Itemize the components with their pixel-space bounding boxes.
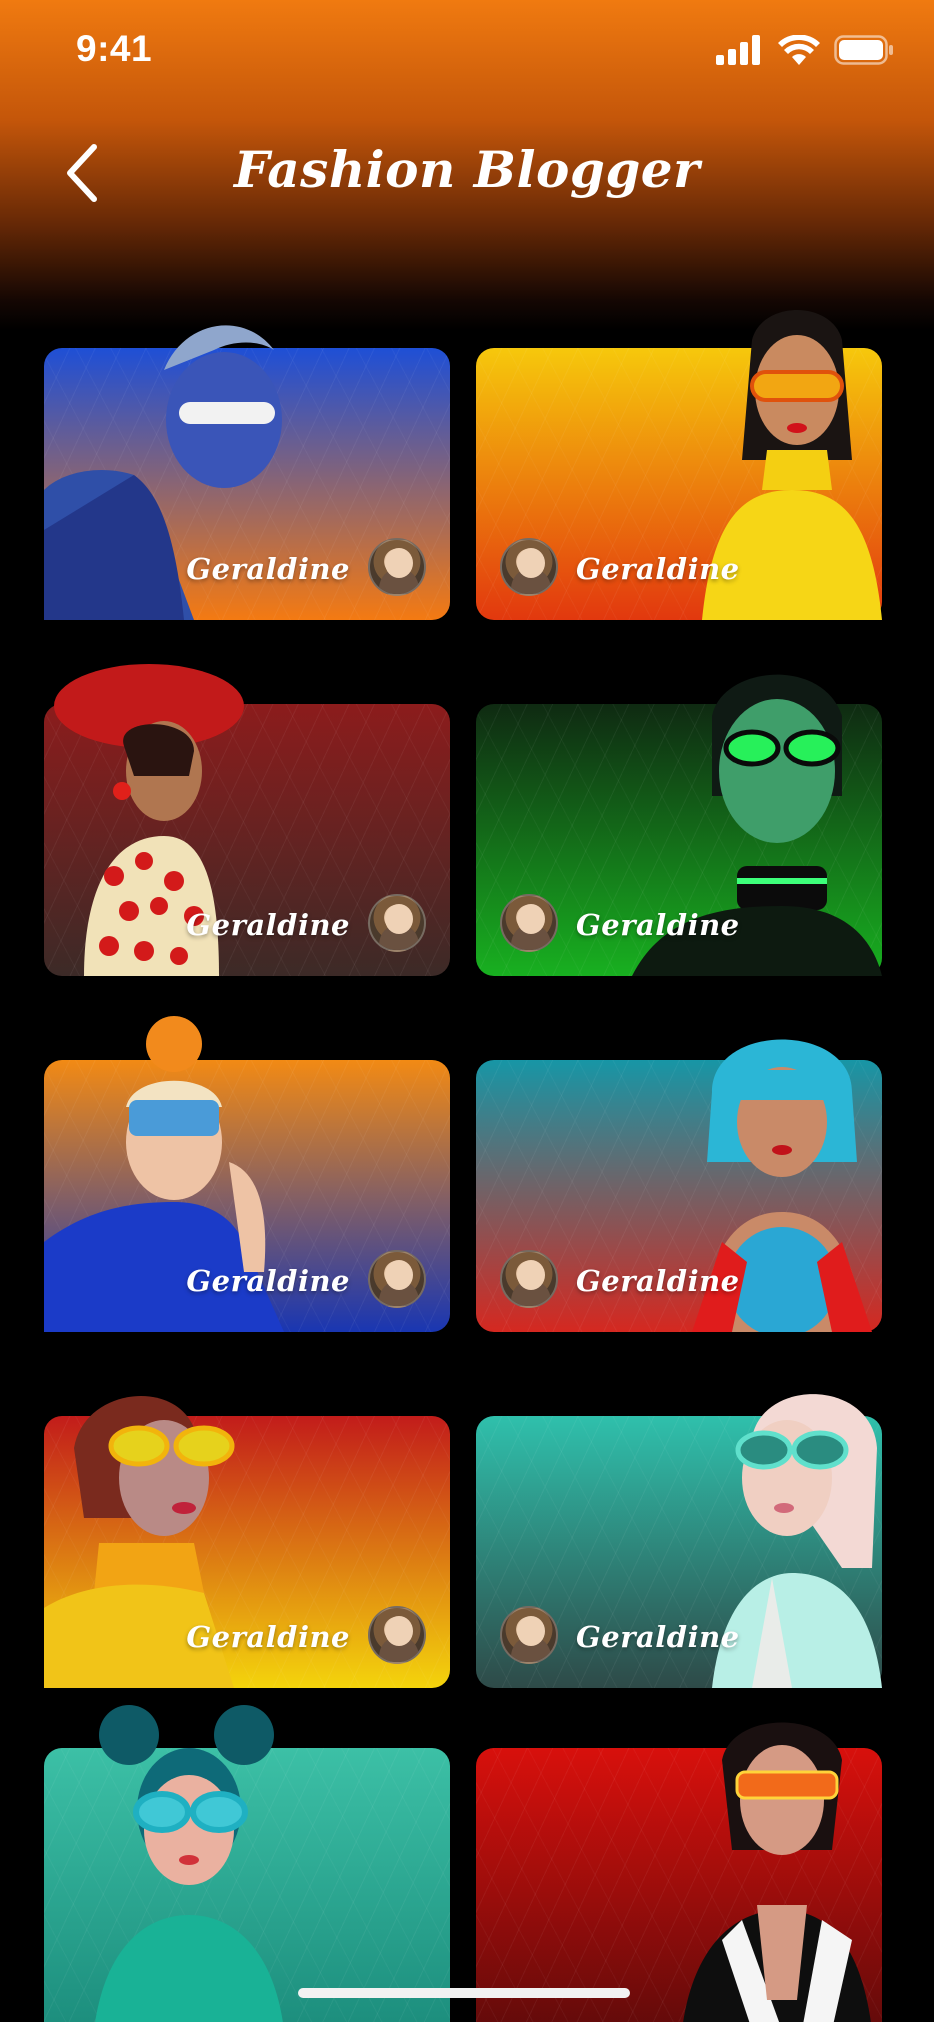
avatar xyxy=(368,894,426,952)
blogger-name: Geraldine xyxy=(576,908,740,942)
blogger-card-9[interactable] xyxy=(44,1700,450,2022)
blogger-card-10[interactable] xyxy=(476,1700,882,2022)
blogger-name: Geraldine xyxy=(186,552,350,586)
blogger-card-6[interactable]: Geraldine xyxy=(476,1002,882,1332)
blogger-name: Geraldine xyxy=(576,1620,740,1654)
avatar xyxy=(500,894,558,952)
nav-bar: Fashion Blogger xyxy=(0,118,934,228)
blogger-card-4[interactable]: Geraldine xyxy=(476,646,882,976)
blogger-card-3[interactable]: Geraldine xyxy=(44,646,450,976)
avatar xyxy=(368,538,426,596)
blogger-name: Geraldine xyxy=(186,908,350,942)
blogger-name: Geraldine xyxy=(186,1620,350,1654)
blogger-card-8[interactable]: Geraldine xyxy=(476,1358,882,1688)
battery-icon xyxy=(834,35,893,65)
status-bar: 9:41 xyxy=(0,0,934,100)
blogger-card-5[interactable]: Geraldine xyxy=(44,1002,450,1332)
avatar xyxy=(368,1606,426,1664)
page-title: Fashion Blogger xyxy=(234,140,700,199)
blogger-card-7[interactable]: Geraldine xyxy=(44,1358,450,1688)
status-icons xyxy=(716,35,894,65)
home-indicator[interactable] xyxy=(298,1988,630,1998)
blogger-card-2[interactable]: Geraldine xyxy=(476,290,882,620)
avatar xyxy=(500,538,558,596)
avatar xyxy=(368,1250,426,1308)
blogger-photo xyxy=(84,1700,304,2022)
screen: 9:41 Fashion Blogger Geraldine Geraldine… xyxy=(0,0,934,2022)
avatar xyxy=(500,1250,558,1308)
blogger-name: Geraldine xyxy=(576,552,740,586)
signal-icon xyxy=(716,35,760,65)
avatar xyxy=(500,1606,558,1664)
blogger-name: Geraldine xyxy=(186,1264,350,1298)
wifi-icon xyxy=(778,35,820,65)
status-time: 9:41 xyxy=(76,28,153,69)
blogger-photo xyxy=(682,1700,872,2022)
blogger-card-1[interactable]: Geraldine xyxy=(44,290,450,620)
blogger-name: Geraldine xyxy=(576,1264,740,1298)
